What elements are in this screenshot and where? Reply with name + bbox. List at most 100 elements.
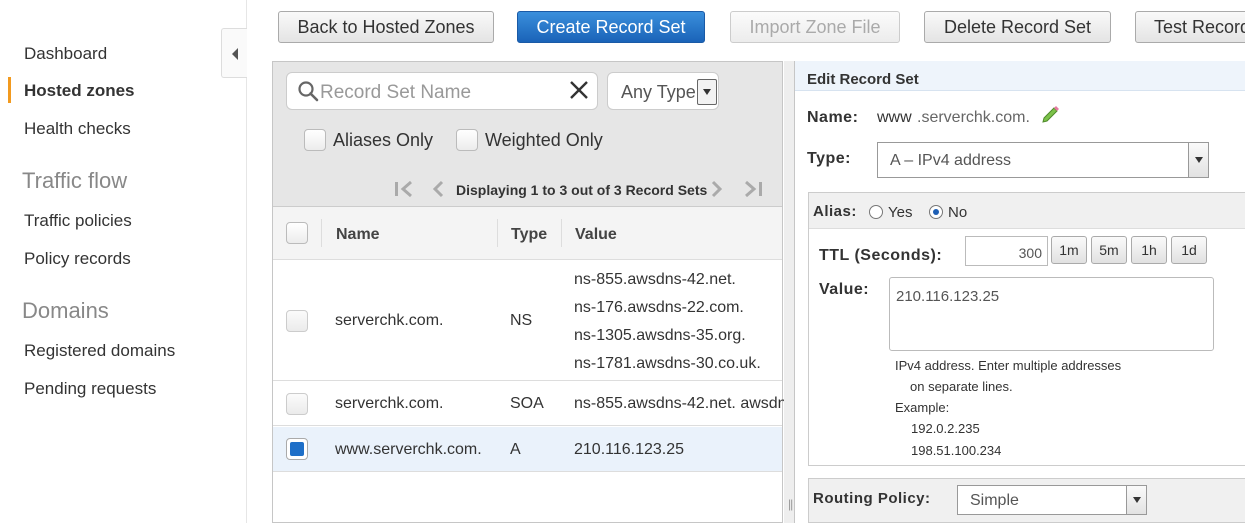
clear-icon[interactable] xyxy=(567,78,591,102)
routing-policy-group: Routing Policy: Simple xyxy=(808,478,1245,523)
record-type: NS xyxy=(510,312,533,329)
create-record-set-button[interactable]: Create Record Set xyxy=(517,11,705,43)
test-record-set-button[interactable]: Test Record Set xyxy=(1135,11,1245,43)
search-input[interactable]: Record Set Name xyxy=(286,72,598,110)
name-input[interactable]: www xyxy=(877,109,912,127)
column-divider xyxy=(321,219,322,247)
value-label: Value: xyxy=(819,281,870,298)
record-type: SOA xyxy=(510,395,544,412)
record-value-line: ns-1305.awsdns-35.org. xyxy=(574,327,746,344)
type-select[interactable]: A – IPv4 address xyxy=(877,142,1209,178)
nav-traffic-policies[interactable]: Traffic policies xyxy=(24,211,132,231)
record-value: 210.116.123.25 xyxy=(574,436,784,464)
search-icon xyxy=(298,81,319,102)
table-header: Name Type Value xyxy=(273,207,782,260)
active-nav-indicator xyxy=(8,77,11,103)
pager-status: Displaying 1 to 3 out of 3 Record Sets xyxy=(456,182,708,198)
record-value: ns-855.awsdns-42.net. awsdns-hostmaster.… xyxy=(574,390,784,418)
aliases-only-label: Aliases Only xyxy=(333,130,434,150)
routing-policy-label: Routing Policy: xyxy=(813,490,931,507)
row-checkbox[interactable] xyxy=(286,393,308,415)
alias-no-radio[interactable] xyxy=(929,205,943,219)
type-filter-select[interactable]: Any Type xyxy=(607,72,719,110)
weighted-only-label: Weighted Only xyxy=(485,130,603,150)
row-checkbox[interactable] xyxy=(286,310,308,332)
alias-yes-radio[interactable] xyxy=(869,205,883,219)
value-help-text: IPv4 address. Enter multiple addresses xyxy=(895,358,1122,373)
nav-health-checks[interactable]: Health checks xyxy=(24,119,131,139)
alias-no-label: No xyxy=(948,204,968,221)
nav-pending-requests[interactable]: Pending requests xyxy=(24,379,156,399)
edit-record-set-panel: Edit Record Set Name: www .serverchk.com… xyxy=(794,61,1245,523)
section-traffic-flow: Traffic flow xyxy=(22,168,128,193)
ttl-1m-button[interactable]: 1m xyxy=(1051,236,1087,264)
table-row[interactable]: serverchk.com. NS ns-855.awsdns-42.net. … xyxy=(273,261,782,381)
record-value: ns-855.awsdns-42.net. ns-176.awsdns-22.c… xyxy=(574,266,784,378)
sidebar: Dashboard Hosted zones Health checks Tra… xyxy=(0,0,247,523)
sidebar-collapse-button[interactable] xyxy=(221,28,247,78)
column-header-value[interactable]: Value xyxy=(575,226,617,244)
delete-record-set-button[interactable]: Delete Record Set xyxy=(924,11,1111,43)
weighted-only-checkbox[interactable] xyxy=(456,129,478,151)
ttl-5m-button[interactable]: 5m xyxy=(1091,236,1127,264)
back-to-hosted-zones-button[interactable]: Back to Hosted Zones xyxy=(278,11,494,43)
record-value-line: ns-1781.awsdns-30.co.uk. xyxy=(574,355,761,372)
nav-dashboard[interactable]: Dashboard xyxy=(24,44,107,64)
section-domains: Domains xyxy=(22,298,109,323)
last-page-icon[interactable] xyxy=(742,180,764,198)
record-value-line: ns-176.awsdns-22.com. xyxy=(574,299,744,316)
ttl-input[interactable]: 300 xyxy=(965,236,1048,266)
splitter-grip-icon[interactable]: || xyxy=(788,497,793,511)
value-help-example: 192.0.2.235 xyxy=(911,421,980,436)
type-label: Type: xyxy=(807,150,851,167)
edit-panel-title: Edit Record Set xyxy=(807,71,919,88)
nav-registered-domains[interactable]: Registered domains xyxy=(24,341,175,361)
select-all-checkbox[interactable] xyxy=(286,222,308,244)
name-label: Name: xyxy=(807,109,859,126)
ttl-1h-button[interactable]: 1h xyxy=(1131,236,1167,264)
alias-label: Alias: xyxy=(813,203,857,220)
record-value-line: ns-855.awsdns-42.net. xyxy=(574,271,736,288)
alias-bar: Alias: Yes No xyxy=(809,193,1245,229)
filter-area: Record Set Name Any Type Aliases Only We… xyxy=(273,62,782,207)
routing-policy-value: Simple xyxy=(970,492,1019,509)
record-value-line: ns-855.awsdns-42.net. awsdns-hostmaster.… xyxy=(574,395,784,412)
record-config-group: Alias: Yes No TTL (Seconds): 300 1m 5m 1… xyxy=(808,192,1245,466)
import-zone-file-button[interactable]: Import Zone File xyxy=(730,11,900,43)
record-type: A xyxy=(510,441,521,458)
record-set-list-panel: Record Set Name Any Type Aliases Only We… xyxy=(272,61,784,523)
value-help-example: 198.51.100.234 xyxy=(911,443,1002,458)
ttl-1d-button[interactable]: 1d xyxy=(1171,236,1207,264)
chevron-left-icon xyxy=(232,48,238,60)
routing-policy-select[interactable]: Simple xyxy=(957,485,1147,515)
chevron-down-icon xyxy=(697,79,717,105)
table-row-selected[interactable]: www.serverchk.com. A 210.116.123.25 xyxy=(273,427,782,472)
name-suffix: .serverchk.com. xyxy=(917,109,1030,126)
column-header-type[interactable]: Type xyxy=(511,226,547,244)
row-checkbox-checked[interactable] xyxy=(286,438,308,460)
record-name: serverchk.com. xyxy=(335,395,444,412)
value-help-text: on separate lines. xyxy=(910,379,1013,394)
chevron-down-icon xyxy=(1126,486,1146,514)
previous-page-icon[interactable] xyxy=(430,180,446,198)
ttl-label: TTL (Seconds): xyxy=(819,247,943,264)
nav-policy-records[interactable]: Policy records xyxy=(24,249,131,269)
record-value-line: 210.116.123.25 xyxy=(574,441,685,458)
record-name: www.serverchk.com. xyxy=(335,441,482,458)
edit-panel-header: Edit Record Set xyxy=(795,61,1245,91)
value-textarea[interactable]: 210.116.123.25 xyxy=(889,277,1214,351)
column-header-name[interactable]: Name xyxy=(336,226,380,244)
nav-hosted-zones[interactable]: Hosted zones xyxy=(24,81,135,101)
next-page-icon[interactable] xyxy=(709,180,725,198)
column-divider xyxy=(561,219,562,247)
table-row[interactable]: serverchk.com. SOA ns-855.awsdns-42.net.… xyxy=(273,382,784,426)
first-page-icon[interactable] xyxy=(393,180,415,198)
alias-yes-label: Yes xyxy=(888,204,913,221)
chevron-down-icon xyxy=(1188,143,1208,177)
value-help-example-label: Example: xyxy=(895,400,950,415)
column-divider xyxy=(497,219,498,247)
pencil-icon[interactable] xyxy=(1041,103,1061,123)
aliases-only-checkbox[interactable] xyxy=(304,129,326,151)
type-filter-value: Any Type xyxy=(621,82,696,102)
record-name: serverchk.com. xyxy=(335,312,444,329)
